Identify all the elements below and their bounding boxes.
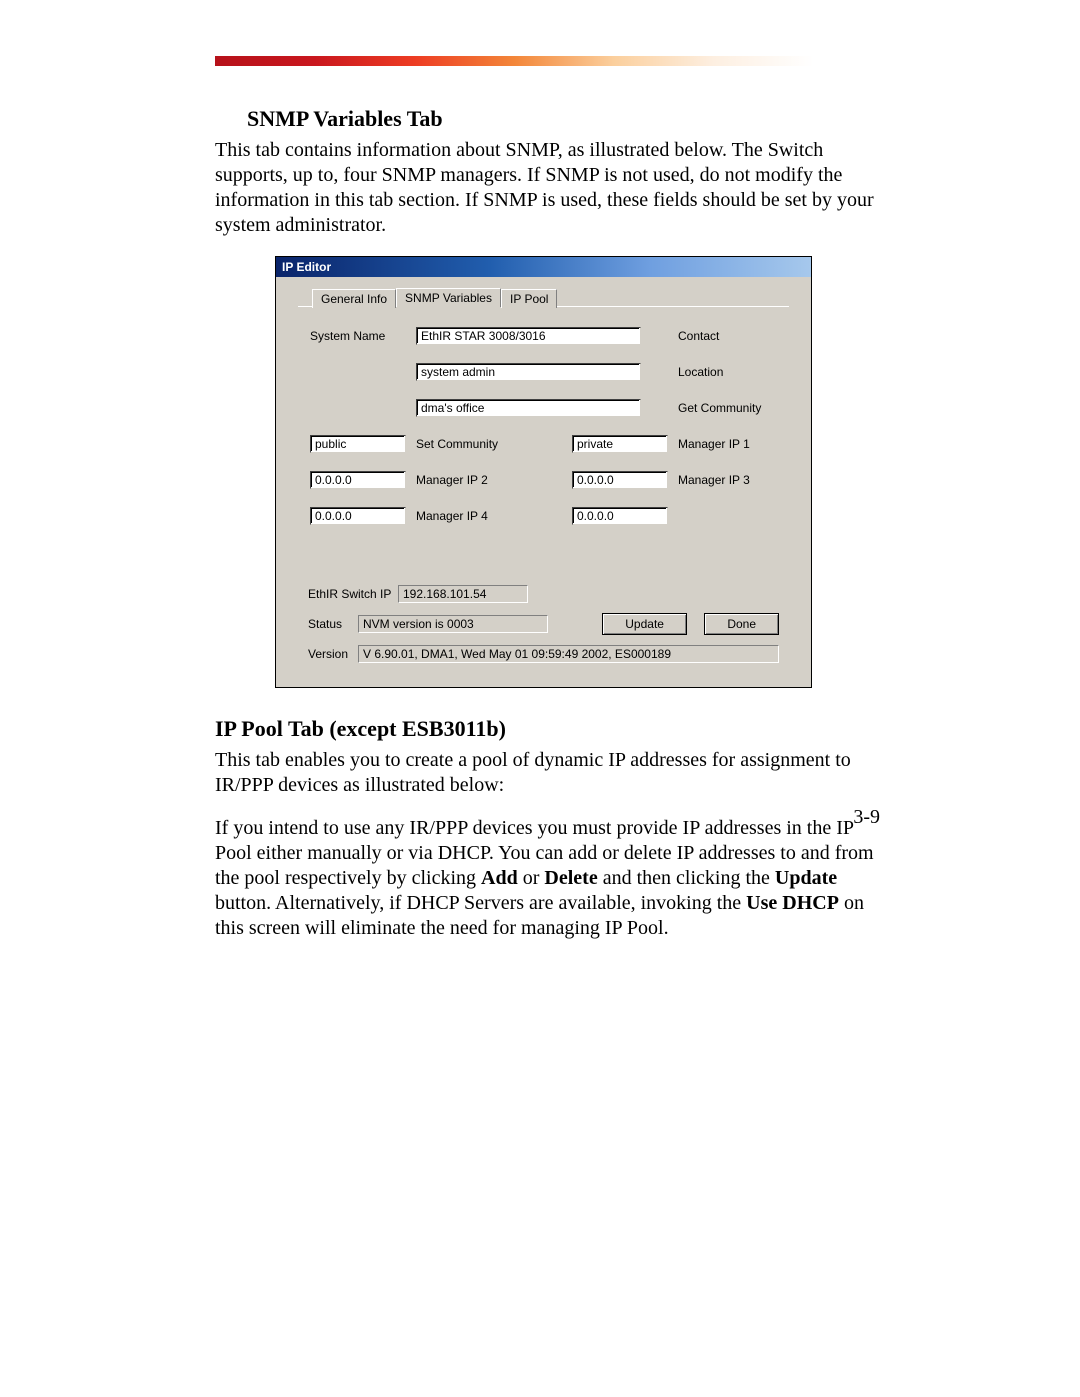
snmp-tab-panel: System Name Contact Location Get Communi… [298, 306, 789, 585]
label-manager-ip1: Manager IP 1 [678, 437, 798, 451]
text-fragment: or [518, 867, 545, 889]
paragraph-snmp-desc: This tab contains information about SNMP… [215, 138, 880, 238]
label-set-community: Set Community [416, 437, 566, 451]
label-switch-ip: EthIR Switch IP [308, 587, 398, 601]
dialog-titlebar: IP Editor [276, 257, 811, 277]
text-fragment: button. Alternatively, if DHCP Servers a… [215, 892, 746, 914]
input-contact[interactable] [416, 363, 641, 381]
input-manager-ip2[interactable] [572, 471, 668, 489]
heading-snmp-variables: SNMP Variables Tab [247, 106, 880, 132]
label-manager-ip3: Manager IP 3 [678, 473, 798, 487]
tab-strip: General Info SNMP Variables IP Pool [312, 287, 797, 306]
label-manager-ip2: Manager IP 2 [416, 473, 566, 487]
tab-snmp-variables[interactable]: SNMP Variables [396, 288, 501, 307]
done-button[interactable]: Done [704, 613, 779, 635]
paragraph-ip-pool-1: This tab enables you to create a pool of… [215, 748, 880, 798]
value-status: NVM version is 0003 [358, 615, 548, 633]
paragraph-ip-pool-2: If you intend to use any IR/PPP devices … [215, 816, 880, 941]
label-location: Location [678, 365, 798, 379]
value-switch-ip: 192.168.101.54 [398, 585, 528, 603]
value-version: V 6.90.01, DMA1, Wed May 01 09:59:49 200… [358, 645, 779, 663]
label-version: Version [308, 647, 358, 661]
ip-editor-dialog: IP Editor General Info SNMP Variables IP… [275, 256, 812, 688]
tab-ip-pool[interactable]: IP Pool [501, 289, 557, 308]
input-manager-ip3[interactable] [310, 507, 406, 525]
tab-general-info[interactable]: General Info [312, 289, 396, 308]
input-manager-ip1[interactable] [310, 471, 406, 489]
input-set-community[interactable] [572, 435, 668, 453]
bold-update: Update [775, 867, 837, 889]
update-button[interactable]: Update [602, 613, 687, 635]
input-location[interactable] [416, 399, 641, 417]
bold-add: Add [481, 867, 518, 889]
label-contact: Contact [678, 329, 798, 343]
page-number: 3-9 [853, 806, 880, 829]
bold-delete: Delete [544, 867, 597, 889]
label-get-community: Get Community [678, 401, 798, 415]
bold-use-dhcp: Use DHCP [746, 892, 839, 914]
label-manager-ip4: Manager IP 4 [416, 509, 566, 523]
input-get-community[interactable] [310, 435, 406, 453]
input-manager-ip4[interactable] [572, 507, 668, 525]
label-system-name: System Name [310, 329, 410, 343]
header-gradient-bar [215, 56, 880, 66]
input-system-name[interactable] [416, 327, 641, 345]
label-status: Status [308, 617, 358, 631]
heading-ip-pool: IP Pool Tab (except ESB3011b) [215, 716, 880, 742]
text-fragment: and then clicking the [598, 867, 775, 889]
